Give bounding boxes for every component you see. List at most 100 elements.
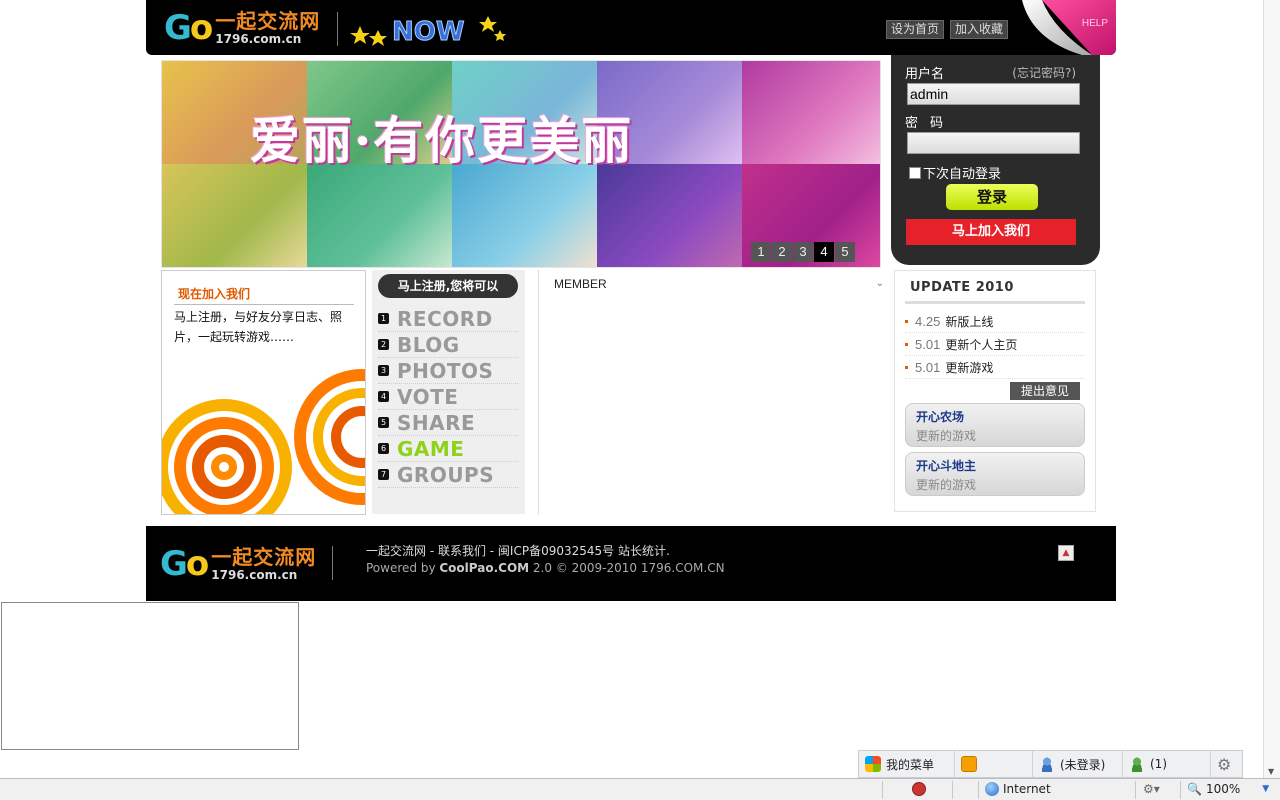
footer-logo[interactable]: Go 一起交流网 1796.com.cn xyxy=(160,544,316,584)
chevron-down-icon[interactable]: ⌄ xyxy=(876,278,884,289)
banner-page-5[interactable]: 5 xyxy=(835,242,855,262)
banner-page-2[interactable]: 2 xyxy=(772,242,792,262)
feature-item[interactable]: 3 PHOTOS xyxy=(378,358,518,384)
banner-tile xyxy=(452,164,597,267)
settings-button[interactable]: ⚙ xyxy=(1211,751,1242,777)
game-card-farm[interactable]: 开心农场 更新的游戏 xyxy=(905,403,1085,447)
footer-links[interactable]: 一起交流网 - 联系我们 - 闽ICP备09032545号 站长统计. xyxy=(366,542,670,559)
feature-name: BLOG xyxy=(397,332,460,357)
logo-text: 一起交流网 1796.com.cn xyxy=(215,10,320,46)
back-to-top-icon[interactable]: ▲ xyxy=(1058,545,1074,561)
login-button[interactable]: 登录 xyxy=(946,184,1038,210)
feature-item[interactable]: 6 GAME xyxy=(378,436,518,462)
join-promo-title[interactable]: 现在加入我们 xyxy=(178,285,250,302)
join-now-button[interactable]: 马上加入我们 xyxy=(906,219,1076,245)
help-corner[interactable]: HELP xyxy=(1022,0,1116,55)
gear-icon: ⚙ xyxy=(1217,754,1232,774)
home-icon xyxy=(961,756,977,772)
vertical-scrollbar[interactable]: ▼ xyxy=(1263,0,1280,778)
my-menu-button[interactable]: 我的菜单 xyxy=(859,751,955,777)
banner-tile xyxy=(162,164,307,267)
update-list: 4.25 新版上线 5.01 更新个人主页 5.01 更新游戏 xyxy=(905,310,1085,379)
game-desc: 更新的游戏 xyxy=(916,478,977,492)
feature-num: 6 xyxy=(378,443,389,454)
update-text: 更新游戏 xyxy=(945,360,994,375)
game-name: 开心农场 xyxy=(916,410,965,424)
logo-cn: 一起交流网 xyxy=(215,9,321,33)
bullet-icon xyxy=(905,319,908,323)
feedback-button[interactable]: 提出意见 xyxy=(1010,382,1080,400)
update-date: 5.01 xyxy=(915,336,941,352)
favorites-button[interactable] xyxy=(955,751,1033,777)
features-head: 马上注册,您将可以 xyxy=(378,274,518,298)
site-footer: Go 一起交流网 1796.com.cn 一起交流网 - 联系我们 - 闽ICP… xyxy=(146,526,1116,601)
divider xyxy=(1135,781,1136,799)
footer-powered: Powered by CoolPao.COM 2.0 © 2009-2010 1… xyxy=(366,561,725,575)
add-favorite-button[interactable]: 加入收藏 xyxy=(950,20,1009,39)
banner-slideshow[interactable]: 爱丽·有你更美丽 1 2 3 4 5 xyxy=(161,60,881,268)
feature-name: GROUPS xyxy=(397,462,495,487)
user-icon xyxy=(1039,756,1055,772)
now-badge-text: NOW xyxy=(392,17,465,46)
logo-cn: 一起交流网 xyxy=(211,545,317,569)
member-panel: MEMBER ⌄ xyxy=(538,270,888,515)
game-card-landlord[interactable]: 开心斗地主 更新的游戏 xyxy=(905,452,1085,496)
zoom-control[interactable]: 🔍 100% ▼ xyxy=(1187,782,1269,796)
set-home-button[interactable]: 设为首页 xyxy=(886,20,945,39)
update-title: UPDATE 2010 xyxy=(910,280,1014,295)
remember-me[interactable]: 下次自动登录 xyxy=(909,163,1001,182)
zoom-level: 100% xyxy=(1205,782,1241,796)
friends-count: (1) xyxy=(1150,757,1167,771)
password-label: 密码 xyxy=(905,116,956,131)
scroll-down-icon[interactable]: ▼ xyxy=(1268,767,1274,776)
protected-mode-icon[interactable]: ⚙▾ xyxy=(1143,782,1160,796)
feature-name: GAME xyxy=(397,436,465,461)
update-text: 新版上线 xyxy=(945,314,994,329)
feature-num: 7 xyxy=(378,469,389,480)
feature-item[interactable]: 5 SHARE xyxy=(378,410,518,436)
feature-name: RECORD xyxy=(397,306,493,331)
help-link[interactable]: HELP xyxy=(1082,18,1108,29)
feature-item[interactable]: 2 BLOG xyxy=(378,332,518,358)
update-item[interactable]: 5.01 更新个人主页 xyxy=(905,333,1085,356)
feature-item[interactable]: 1 RECORD xyxy=(378,306,518,332)
remember-checkbox[interactable] xyxy=(909,166,921,179)
update-date: 5.01 xyxy=(915,359,941,375)
feature-item[interactable]: 7 GROUPS xyxy=(378,462,518,488)
update-text: 更新个人主页 xyxy=(945,337,1018,352)
banner-tile xyxy=(597,164,742,267)
banner-tile xyxy=(307,164,452,267)
forgot-password-link[interactable]: (忘记密码?) xyxy=(1012,64,1076,81)
chevron-down-icon[interactable]: ▼ xyxy=(1262,784,1269,794)
banner-page-4[interactable]: 4 xyxy=(814,242,834,262)
feature-num: 2 xyxy=(378,339,389,350)
update-item[interactable]: 5.01 更新游戏 xyxy=(905,356,1085,379)
banner-pager: 1 2 3 4 5 xyxy=(751,242,855,262)
password-input[interactable] xyxy=(907,132,1080,154)
login-status-button[interactable]: (未登录) xyxy=(1033,751,1123,777)
powered-post: 2.0 © 2009-2010 1796.COM.CN xyxy=(529,561,725,575)
feature-num: 5 xyxy=(378,417,389,428)
feature-name: VOTE xyxy=(397,384,459,409)
features-items: 1 RECORD 2 BLOG 3 PHOTOS 4 VOTE 5 SHARE 6 GAME… xyxy=(378,306,518,488)
divider xyxy=(882,781,883,799)
bullet-icon xyxy=(905,365,908,369)
update-item[interactable]: 4.25 新版上线 xyxy=(905,310,1085,333)
powered-pre: Powered by xyxy=(366,561,440,575)
feature-item[interactable]: 4 VOTE xyxy=(378,384,518,410)
security-icon[interactable] xyxy=(912,782,926,796)
update-date: 4.25 xyxy=(915,313,941,329)
site-header: Go 一起交流网 1796.com.cn NOW 设为首页 加入收藏 HELP xyxy=(146,0,1116,55)
banner-page-3[interactable]: 3 xyxy=(793,242,813,262)
friends-icon xyxy=(1129,756,1145,772)
join-promo: 现在加入我们 马上注册，与好友分享日志、照片，一起玩转游戏…… xyxy=(161,270,366,515)
divider xyxy=(978,781,979,799)
powered-brand[interactable]: CoolPao.COM xyxy=(439,561,529,575)
zone-indicator[interactable]: Internet xyxy=(985,782,1051,796)
banner-page-1[interactable]: 1 xyxy=(751,242,771,262)
windows-icon xyxy=(865,756,881,772)
friends-button[interactable]: (1) xyxy=(1123,751,1211,777)
username-input[interactable]: admin xyxy=(907,83,1080,105)
site-logo[interactable]: Go 一起交流网 1796.com.cn xyxy=(164,8,320,48)
banner-title: 爱丽·有你更美丽 xyxy=(250,111,634,170)
